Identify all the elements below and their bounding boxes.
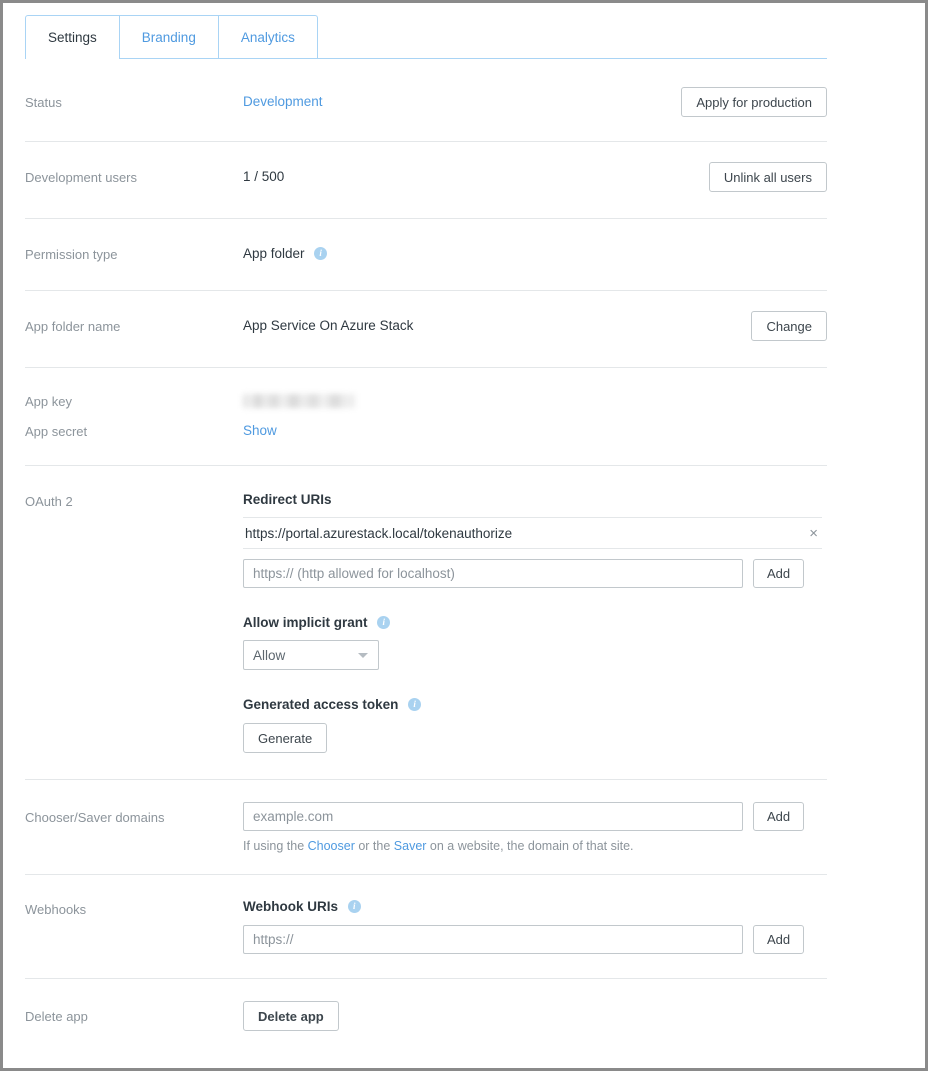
row-permission-type-label: Permission type	[25, 245, 243, 264]
row-chooser-saver-label: Chooser/Saver domains	[25, 802, 243, 827]
redirect-uri-value: https://portal.azurestack.local/tokenaut…	[243, 526, 512, 541]
tab-analytics-label: Analytics	[241, 30, 295, 45]
show-app-secret-link[interactable]: Show	[243, 423, 277, 438]
row-oauth2: OAuth 2 Redirect URIs https://portal.azu…	[25, 466, 827, 780]
row-chooser-saver-domains: Chooser/Saver domains Add If using the C…	[25, 780, 827, 875]
app-key-value-redacted	[243, 394, 355, 408]
generated-access-token-heading-text: Generated access token	[243, 697, 398, 712]
row-app-folder-name-action: Change	[739, 311, 827, 341]
help-mid: or the	[355, 839, 394, 853]
chooser-saver-help-text: If using the Chooser or the Saver on a w…	[243, 838, 827, 854]
generate-access-token-button[interactable]: Generate	[243, 723, 327, 753]
tab-branding-label: Branding	[142, 30, 196, 45]
add-redirect-uri-button[interactable]: Add	[753, 559, 804, 588]
row-status-body: Development	[243, 93, 669, 111]
row-development-users: Development users 1 / 500 Unlink all use…	[25, 142, 827, 219]
row-development-users-label: Development users	[25, 168, 243, 187]
webhook-uris-heading: Webhook URIs i	[243, 899, 827, 915]
add-chooser-saver-domain-button[interactable]: Add	[753, 802, 804, 831]
webhook-input-row: Add	[243, 925, 827, 954]
unlink-all-users-button[interactable]: Unlink all users	[709, 162, 827, 192]
row-chooser-saver-body: Add If using the Chooser or the Saver on…	[243, 802, 827, 854]
row-app-key-secret-labels: App key App secret	[25, 392, 243, 441]
redirect-uri-add-row: Add	[243, 559, 827, 588]
window-frame: Settings Branding Analytics Status Devel…	[0, 0, 928, 1071]
tab-bar: Settings Branding Analytics	[25, 15, 827, 59]
app-folder-name-value: App Service On Azure Stack	[243, 318, 413, 333]
redirect-uri-item: https://portal.azurestack.local/tokenaut…	[243, 517, 822, 549]
row-webhooks-body: Webhook URIs i Add	[243, 899, 827, 954]
status-value-link[interactable]: Development	[243, 94, 323, 109]
tab-analytics[interactable]: Analytics	[218, 15, 318, 58]
help-suffix: on a website, the domain of that site.	[426, 839, 633, 853]
development-users-value: 1 / 500	[243, 169, 284, 184]
chooser-link[interactable]: Chooser	[308, 839, 355, 853]
webhook-uri-input[interactable]	[243, 925, 743, 954]
info-icon[interactable]: i	[377, 616, 390, 629]
row-delete-app: Delete app Delete app	[25, 979, 827, 1053]
row-app-key-secret: App key App secret Show	[25, 368, 827, 466]
row-oauth2-body: Redirect URIs https://portal.azurestack.…	[243, 492, 827, 753]
close-icon[interactable]: ×	[805, 526, 822, 541]
saver-link[interactable]: Saver	[394, 839, 427, 853]
row-permission-type-body: App folder i	[243, 245, 827, 263]
tab-settings[interactable]: Settings	[25, 15, 120, 59]
row-webhooks-label: Webhooks	[25, 899, 243, 919]
implicit-grant-select[interactable]: Allow Disallow	[243, 640, 379, 670]
permission-type-value: App folder	[243, 246, 305, 261]
row-development-users-action: Unlink all users	[697, 162, 827, 192]
row-webhooks: Webhooks Webhook URIs i Add	[25, 875, 827, 979]
webhook-uris-heading-text: Webhook URIs	[243, 899, 338, 914]
row-delete-app-body: Delete app	[243, 1001, 827, 1031]
delete-app-button[interactable]: Delete app	[243, 1001, 339, 1031]
implicit-grant-select-wrap: Allow Disallow	[243, 640, 379, 670]
row-delete-app-label: Delete app	[25, 1001, 243, 1026]
apply-for-production-button[interactable]: Apply for production	[681, 87, 827, 117]
redirect-uris-heading: Redirect URIs	[243, 492, 827, 508]
row-status-label: Status	[25, 93, 243, 112]
tab-branding[interactable]: Branding	[119, 15, 219, 58]
info-icon[interactable]: i	[408, 698, 421, 711]
app-settings-page: Settings Branding Analytics Status Devel…	[3, 3, 925, 1068]
allow-implicit-grant-heading: Allow implicit grant i	[243, 615, 827, 631]
tab-settings-label: Settings	[48, 30, 97, 45]
redirect-uri-input[interactable]	[243, 559, 743, 588]
row-app-folder-name: App folder name App Service On Azure Sta…	[25, 291, 827, 368]
settings-rows: Status Development Apply for production …	[25, 59, 827, 1053]
allow-implicit-grant-heading-text: Allow implicit grant	[243, 615, 368, 630]
row-status: Status Development Apply for production	[25, 59, 827, 142]
row-app-folder-name-label: App folder name	[25, 317, 243, 336]
chooser-saver-domain-input[interactable]	[243, 802, 743, 831]
info-icon[interactable]: i	[348, 900, 361, 913]
row-permission-type: Permission type App folder i	[25, 219, 827, 291]
row-status-action: Apply for production	[669, 87, 827, 117]
generate-button-wrap: Generate	[243, 723, 827, 753]
change-app-folder-name-button[interactable]: Change	[751, 311, 827, 341]
row-app-folder-name-body: App Service On Azure Stack	[243, 317, 739, 335]
generated-access-token-heading: Generated access token i	[243, 697, 827, 713]
row-development-users-body: 1 / 500	[243, 168, 697, 186]
row-app-secret-label: App secret	[25, 423, 243, 441]
row-app-key-label: App key	[25, 393, 243, 411]
add-webhook-uri-button[interactable]: Add	[753, 925, 804, 954]
row-app-key-secret-body: Show	[243, 392, 827, 440]
info-icon[interactable]: i	[314, 247, 327, 260]
chooser-saver-input-row: Add	[243, 802, 827, 831]
row-oauth2-label: OAuth 2	[25, 492, 243, 511]
help-prefix: If using the	[243, 839, 308, 853]
